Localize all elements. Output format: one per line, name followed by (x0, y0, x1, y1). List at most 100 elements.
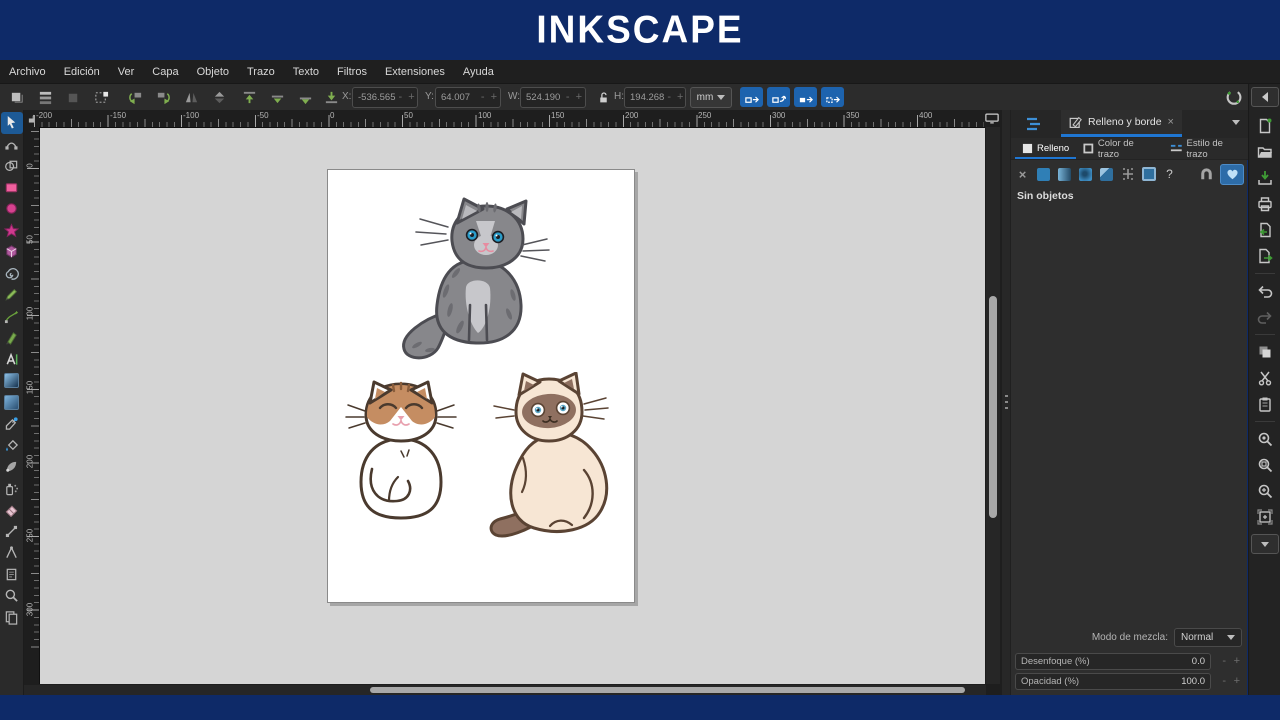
y-plus[interactable]: + (488, 92, 500, 103)
cut-button[interactable] (1252, 366, 1278, 390)
bezier-pen-tool[interactable] (1, 306, 23, 328)
y-minus[interactable]: - (478, 92, 488, 103)
import-image-button[interactable] (1252, 218, 1278, 242)
paste-button[interactable] (1252, 392, 1278, 416)
node-tool[interactable] (1, 134, 23, 156)
menu-objeto[interactable]: Objeto (188, 60, 238, 83)
menu-ayuda[interactable]: Ayuda (454, 60, 503, 83)
pattern-button[interactable] (1099, 167, 1114, 182)
h-minus[interactable]: - (664, 92, 674, 103)
opacity-minus[interactable]: - (1222, 676, 1226, 687)
spray-tool[interactable] (1, 478, 23, 500)
fill-stroke-tab[interactable]: Relleno y borde × (1061, 110, 1182, 137)
gradient-tool[interactable] (1, 370, 23, 392)
text-tool[interactable] (1, 349, 23, 371)
rotate-ccw-icon[interactable] (126, 88, 145, 107)
zoom-page-button[interactable] (1252, 453, 1278, 477)
panel-resize-grip[interactable] (1002, 110, 1010, 695)
scale-stroke-toggle[interactable] (740, 87, 763, 107)
pages-tool[interactable] (1, 564, 23, 586)
new-document-button[interactable] (1252, 114, 1278, 138)
flip-vertical-icon[interactable] (210, 88, 229, 107)
unknown-paint-button[interactable]: ? (1162, 167, 1177, 182)
selection-box-icon[interactable] (92, 88, 111, 107)
fill-rule-nonzero-button[interactable] (1220, 163, 1244, 185)
blur-slider[interactable]: Desenfoque (%) 0.0 (1015, 653, 1211, 670)
rotate-cw-icon[interactable] (154, 88, 173, 107)
select-all-layers-icon[interactable] (36, 88, 55, 107)
star-tool[interactable] (1, 220, 23, 242)
tab-color-de-trazo[interactable]: Color de trazo (1076, 138, 1163, 160)
lower-icon[interactable] (296, 88, 315, 107)
pencil-tool[interactable] (1, 284, 23, 306)
select-all-icon[interactable] (8, 88, 27, 107)
opacity-slider[interactable]: Opacidad (%) 100.0 (1015, 673, 1211, 690)
eraser-tool[interactable] (1, 499, 23, 521)
ellipse-tool[interactable] (1, 198, 23, 220)
menu-filtros[interactable]: Filtros (328, 60, 376, 83)
open-document-button[interactable] (1252, 140, 1278, 164)
close-tab-icon[interactable]: × (1168, 116, 1174, 128)
calligraphy-tool[interactable] (1, 327, 23, 349)
vertical-ruler[interactable]: 0 50 100 150 200 250 300 (24, 127, 39, 684)
h-field[interactable]: 194.268 - + (624, 87, 686, 108)
measure-tool[interactable] (1, 542, 23, 564)
blur-plus[interactable]: + (1234, 656, 1240, 667)
w-field[interactable]: 524.190 - + (520, 87, 586, 108)
horizontal-scrollbar[interactable] (24, 685, 986, 695)
redo-button[interactable] (1252, 305, 1278, 329)
rectangle-tool[interactable] (1, 177, 23, 199)
scale-corners-toggle[interactable] (767, 87, 790, 107)
dropper-tool[interactable] (1, 413, 23, 435)
linear-gradient-button[interactable] (1057, 167, 1072, 182)
paint-bucket-tool[interactable] (1, 435, 23, 457)
paint-none-button[interactable]: × (1015, 167, 1030, 182)
lock-ratio-icon[interactable] (594, 88, 613, 107)
zoom-selection-button[interactable] (1252, 479, 1278, 503)
menu-texto[interactable]: Texto (284, 60, 328, 83)
scale-pattern-toggle[interactable] (821, 87, 844, 107)
menu-extensiones[interactable]: Extensiones (376, 60, 454, 83)
horizontal-ruler[interactable]: -200 -150 -100 -50 0 50 100 150 200 250 … (34, 110, 984, 127)
w-minus[interactable]: - (563, 92, 573, 103)
spiral-tool[interactable] (1, 263, 23, 285)
x-field[interactable]: -536.565 - + (352, 87, 418, 108)
vertical-scrollbar[interactable] (986, 127, 1000, 684)
y-field[interactable]: 64.007 - + (435, 87, 501, 108)
horizontal-scrollbar-thumb[interactable] (370, 687, 965, 693)
mesh-gradient-tool[interactable] (1, 392, 23, 414)
lower-to-bottom-icon[interactable] (322, 88, 341, 107)
3d-box-tool[interactable] (1, 241, 23, 263)
h-plus[interactable]: + (674, 92, 686, 103)
objects-panel-tab[interactable] (1019, 113, 1049, 135)
tab-relleno[interactable]: Relleno (1015, 138, 1076, 159)
canvas-viewport[interactable] (39, 127, 985, 684)
snap-controls-icon[interactable] (1224, 88, 1243, 107)
menu-ver[interactable]: Ver (109, 60, 144, 83)
export-button[interactable] (1252, 244, 1278, 268)
connector-tool[interactable] (1, 521, 23, 543)
menu-edicion[interactable]: Edición (55, 60, 109, 83)
blend-mode-dropdown[interactable]: Normal (1174, 628, 1242, 647)
shape-builder-tool[interactable] (1, 155, 23, 177)
swatch-button[interactable] (1141, 167, 1156, 182)
scale-gradient-fill-toggle[interactable] (794, 87, 817, 107)
undo-button[interactable] (1252, 279, 1278, 303)
menu-capa[interactable]: Capa (143, 60, 187, 83)
print-button[interactable] (1252, 192, 1278, 216)
deselect-icon[interactable] (64, 88, 83, 107)
mesh-gradient-button[interactable] (1120, 167, 1135, 182)
zoom-drawing-button[interactable] (1252, 427, 1278, 451)
tab-estilo-de-trazo[interactable]: Estilo de trazo (1163, 138, 1252, 160)
dock-menu-chevron-icon[interactable] (1232, 120, 1240, 125)
flip-horizontal-icon[interactable] (182, 88, 201, 107)
duplicate-button[interactable] (1252, 340, 1278, 364)
menu-archivo[interactable]: Archivo (0, 60, 55, 83)
opacity-plus[interactable]: + (1234, 676, 1240, 687)
selector-tool[interactable] (0, 112, 23, 134)
radial-gradient-button[interactable] (1078, 167, 1093, 182)
menu-trazo[interactable]: Trazo (238, 60, 284, 83)
document-properties-button[interactable] (1252, 505, 1278, 529)
desk-color-icon[interactable] (982, 112, 1002, 125)
x-minus[interactable]: - (396, 92, 406, 103)
